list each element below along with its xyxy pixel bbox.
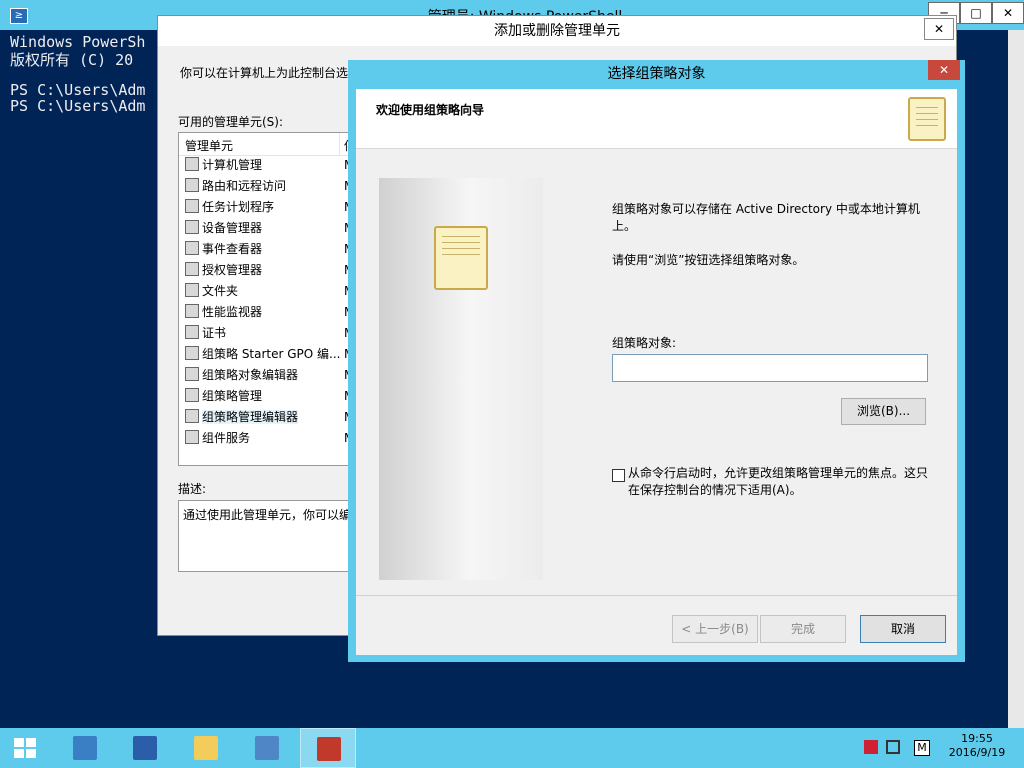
- snapin-list-item[interactable]: 证书M: [181, 323, 357, 344]
- dialog-title: 选择组策略对象: [607, 66, 706, 82]
- console-line: PS C:\Users\Adm: [10, 97, 146, 115]
- snapin-list-item[interactable]: 组策略管理M: [181, 386, 357, 407]
- gpo-field-label: 组策略对象:: [612, 336, 677, 350]
- snapin-list-item[interactable]: 组策略管理编辑器M: [181, 407, 357, 428]
- toolbox-icon: [317, 737, 341, 761]
- allow-focus-change-label[interactable]: 从命令行启动时，允许更改组策略管理单元的焦点。这只在保存控制台的情况下适用(A)…: [628, 465, 928, 499]
- scroll-icon: [908, 97, 946, 141]
- start-button[interactable]: [0, 728, 56, 768]
- snapin-list-item[interactable]: 组策略对象编辑器M: [181, 365, 357, 386]
- scroll-icon: [434, 226, 488, 290]
- snapin-name: 证书: [202, 326, 227, 340]
- wizard-body: 欢迎使用组策略向导 组策略对象可以存储在 Active Directory 中或…: [356, 89, 957, 655]
- divider: [356, 595, 957, 596]
- event-viewer-icon: [185, 241, 199, 255]
- folder-icon: [185, 283, 199, 297]
- snapin-list-item[interactable]: 组件服务M: [181, 428, 357, 449]
- snapin-list-item[interactable]: 组策略 Starter GPO 编...M: [181, 344, 357, 365]
- powershell-icon: [133, 736, 157, 760]
- device-manager-icon: [185, 220, 199, 234]
- snapin-list-item[interactable]: 授权管理器M: [181, 260, 357, 281]
- description-box: 通过使用此管理单元，你可以编: [178, 500, 360, 572]
- action-center-icon[interactable]: [864, 740, 878, 754]
- snapin-name: 设备管理器: [202, 221, 263, 235]
- snapin-name: 计算机管理: [202, 158, 263, 172]
- dialog-description: 你可以在计算机上为此控制台选: [180, 66, 349, 80]
- snapin-list-item[interactable]: 性能监视器M: [181, 302, 357, 323]
- taskbar-server-manager[interactable]: [57, 728, 113, 768]
- wizard-text-browse-hint: 请使用“浏览”按钮选择组策略对象。: [612, 253, 805, 267]
- authorization-icon: [185, 262, 199, 276]
- maximize-button[interactable]: □: [960, 2, 992, 24]
- language-indicator[interactable]: M: [914, 740, 930, 756]
- powershell-icon: ≥: [10, 8, 28, 24]
- routing-icon: [185, 178, 199, 192]
- component-services-icon: [185, 430, 199, 444]
- snapin-name: 组策略管理: [202, 389, 263, 403]
- taskbar-powershell[interactable]: [117, 728, 173, 768]
- snapin-list-item[interactable]: 计算机管理M: [181, 155, 357, 176]
- back-button[interactable]: < 上一步(B): [672, 615, 758, 643]
- column-divider[interactable]: [339, 133, 340, 155]
- description-label: 描述:: [178, 482, 207, 496]
- snapin-name: 授权管理器: [202, 263, 263, 277]
- snapin-name: 组件服务: [202, 431, 251, 445]
- certificate-icon: [185, 325, 199, 339]
- snapin-list-item[interactable]: 文件夹M: [181, 281, 357, 302]
- snapin-name: 任务计划程序: [202, 200, 275, 214]
- gpo-icon: [185, 346, 199, 360]
- snapin-name: 路由和远程访问: [202, 179, 287, 193]
- snapin-list-item[interactable]: 路由和远程访问M: [181, 176, 357, 197]
- select-gpo-dialog: 选择组策略对象 ✕ 欢迎使用组策略向导 组策略对象可以存储在 Active Di…: [348, 60, 965, 662]
- column-header-snapin[interactable]: 管理单元: [185, 137, 233, 154]
- dialog-close-button[interactable]: ✕: [924, 18, 954, 40]
- performance-icon: [185, 304, 199, 318]
- server-manager-icon: [73, 736, 97, 760]
- clock-time[interactable]: 19:55: [948, 732, 1006, 746]
- clock-icon: [185, 199, 199, 213]
- available-snapins-label: 可用的管理单元(S):: [178, 115, 284, 129]
- network-icon[interactable]: [886, 740, 900, 754]
- browse-button[interactable]: 浏览(B)...: [841, 398, 926, 425]
- snapin-list[interactable]: 管理单元 供 计算机管理M路由和远程访问M任务计划程序M设备管理器M事件查看器M…: [178, 132, 360, 466]
- gpo-icon: [185, 409, 199, 423]
- description-text: 通过使用此管理单元，你可以编: [183, 508, 352, 522]
- cancel-button[interactable]: 取消: [860, 615, 946, 643]
- clock-date[interactable]: 2016/9/19: [948, 746, 1006, 759]
- dialog-title: 添加或删除管理单元: [158, 16, 956, 46]
- list-header: 管理单元 供: [179, 133, 359, 156]
- wizard-side-banner: [379, 178, 543, 580]
- snapin-list-item[interactable]: 设备管理器M: [181, 218, 357, 239]
- snapin-name: 性能监视器: [202, 305, 263, 319]
- control-panel-icon: [255, 736, 279, 760]
- close-button[interactable]: ✕: [992, 2, 1024, 24]
- start-icon: [14, 738, 36, 758]
- snapin-name: 组策略管理编辑器: [202, 410, 299, 424]
- snapin-list-item[interactable]: 任务计划程序M: [181, 197, 357, 218]
- console-scrollbar[interactable]: [1008, 30, 1024, 730]
- finish-button[interactable]: 完成: [760, 615, 846, 643]
- allow-focus-change-checkbox[interactable]: [612, 469, 625, 482]
- dialog-close-button[interactable]: ✕: [928, 60, 960, 80]
- gpo-icon: [185, 388, 199, 402]
- snapin-name: 组策略 Starter GPO 编...: [202, 347, 341, 361]
- taskbar-file-explorer[interactable]: [178, 728, 234, 768]
- wizard-heading: 欢迎使用组策略向导: [376, 103, 485, 117]
- console-line: 版权所有 (C) 20: [10, 51, 134, 69]
- snapin-name: 事件查看器: [202, 242, 263, 256]
- wizard-text-storage: 组策略对象可以存储在 Active Directory 中或本地计算机上。: [612, 202, 920, 233]
- snapin-name: 组策略对象编辑器: [202, 368, 299, 382]
- gpo-icon: [185, 367, 199, 381]
- snapin-name: 文件夹: [202, 284, 239, 298]
- gpo-input[interactable]: [612, 354, 928, 382]
- computer-management-icon: [185, 157, 199, 171]
- file-explorer-icon: [194, 736, 218, 760]
- taskbar-control-panel[interactable]: [239, 728, 295, 768]
- wizard-header: 欢迎使用组策略向导: [356, 89, 957, 149]
- taskbar-toolbox[interactable]: [300, 728, 356, 768]
- snapin-list-item[interactable]: 事件查看器M: [181, 239, 357, 260]
